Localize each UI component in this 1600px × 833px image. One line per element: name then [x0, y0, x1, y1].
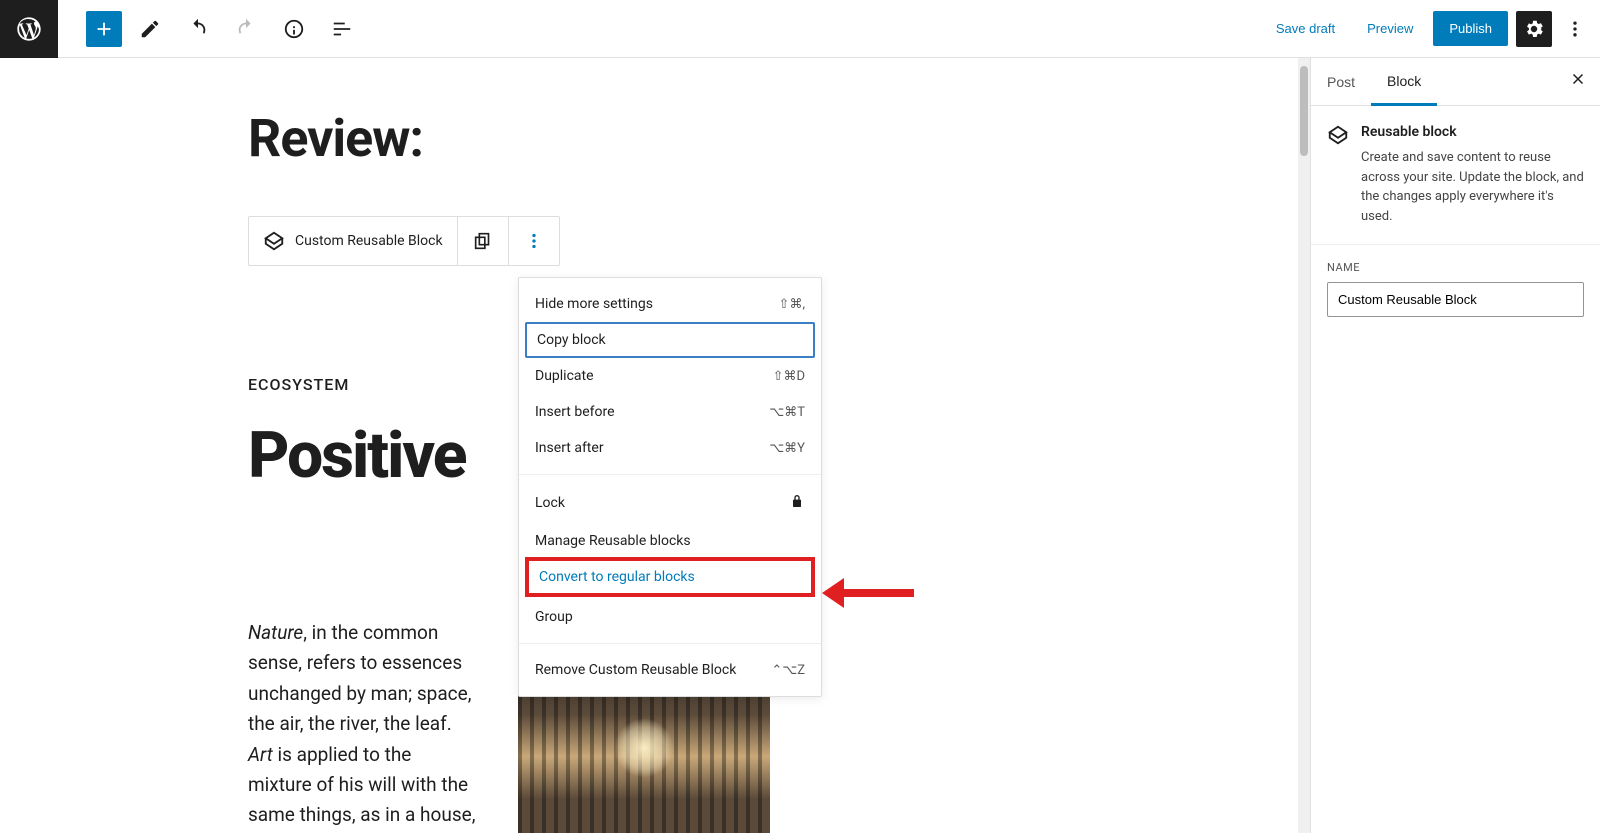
tab-post[interactable]: Post: [1311, 58, 1371, 105]
menu-section-2: Lock Manage Reusable blocks Convert to r…: [519, 475, 821, 644]
menu-manage-reusable[interactable]: Manage Reusable blocks: [519, 523, 821, 559]
name-input[interactable]: [1327, 282, 1584, 317]
annotation-arrow: [822, 572, 922, 612]
block-toolbar: Custom Reusable Block: [248, 216, 560, 266]
menu-label: Copy block: [537, 332, 606, 348]
lock-icon: [789, 493, 805, 513]
topbar-left: [0, 0, 362, 57]
save-draft-button[interactable]: Save draft: [1264, 13, 1347, 44]
more-options-button[interactable]: [1560, 11, 1590, 47]
menu-duplicate[interactable]: Duplicate ⇧⌘D: [519, 358, 821, 394]
menu-label: Insert after: [535, 440, 604, 456]
editor-scroll-area[interactable]: Review: ECOSYSTEM Positive Nature, in th…: [0, 58, 1298, 833]
menu-label: Group: [535, 609, 573, 625]
wordpress-icon: [15, 15, 43, 43]
plus-icon: [93, 18, 115, 40]
menu-copy-block[interactable]: Copy block: [525, 322, 815, 358]
post-title-peek: Review:: [248, 113, 1298, 165]
undo-button[interactable]: [178, 11, 218, 47]
undo-icon: [187, 18, 209, 40]
gear-icon: [1523, 18, 1545, 40]
menu-lock[interactable]: Lock: [519, 483, 821, 523]
menu-remove-block[interactable]: Remove Custom Reusable Block ⌃⌥Z: [519, 652, 821, 688]
pencil-icon: [139, 18, 161, 40]
redo-icon: [235, 18, 257, 40]
kebab-icon: [1565, 19, 1585, 39]
scrollbar-thumb[interactable]: [1300, 66, 1308, 156]
menu-shortcut: ⌃⌥Z: [771, 663, 805, 678]
menu-label: Insert before: [535, 404, 615, 420]
publish-button[interactable]: Publish: [1433, 11, 1508, 46]
menu-section-1: Hide more settings ⇧⌘, Copy block Duplic…: [519, 278, 821, 475]
sidebar-tabs: Post Block: [1311, 58, 1600, 106]
wordpress-logo[interactable]: [0, 0, 58, 58]
list-view-button[interactable]: [322, 11, 362, 47]
settings-sidebar: Post Block Reusable block Create and sav…: [1310, 58, 1600, 833]
info-icon: [283, 18, 305, 40]
block-type-segment[interactable]: Custom Reusable Block: [249, 217, 458, 265]
edit-tool-button[interactable]: [130, 11, 170, 47]
menu-section-3: Remove Custom Reusable Block ⌃⌥Z: [519, 644, 821, 696]
reusable-block-icon: [263, 230, 285, 252]
menu-label: Lock: [535, 495, 565, 511]
menu-label: Remove Custom Reusable Block: [535, 662, 736, 678]
sidebar-block-title: Reusable block: [1361, 124, 1584, 140]
editor-scrollbar[interactable]: [1298, 58, 1310, 833]
menu-label: Manage Reusable blocks: [535, 533, 691, 549]
main-layout: Review: ECOSYSTEM Positive Nature, in th…: [0, 58, 1600, 833]
menu-label: Duplicate: [535, 368, 594, 384]
preview-button[interactable]: Preview: [1355, 13, 1425, 44]
kebab-icon: [523, 230, 545, 252]
menu-hide-more-settings[interactable]: Hide more settings ⇧⌘,: [519, 286, 821, 322]
menu-group[interactable]: Group: [519, 599, 821, 635]
menu-insert-before[interactable]: Insert before ⌥⌘T: [519, 394, 821, 430]
settings-button[interactable]: [1516, 11, 1552, 47]
sidebar-block-description: Create and save content to reuse across …: [1361, 148, 1584, 226]
block-copy-segment[interactable]: [458, 217, 509, 265]
block-more-button[interactable]: [509, 217, 559, 265]
arrow-shaft: [842, 589, 914, 597]
list-view-icon: [331, 18, 353, 40]
body-paragraph: Nature, in the common sense, refers to e…: [248, 618, 478, 833]
redo-button[interactable]: [226, 11, 266, 47]
details-button[interactable]: [274, 11, 314, 47]
tab-block[interactable]: Block: [1371, 59, 1437, 106]
menu-label: Hide more settings: [535, 296, 653, 312]
arrow-head-icon: [822, 578, 844, 608]
menu-shortcut: ⌥⌘Y: [769, 441, 805, 456]
sidebar-name-field: NAME: [1311, 245, 1600, 333]
block-toolbar-label: Custom Reusable Block: [295, 233, 443, 249]
editor-topbar: Save draft Preview Publish: [0, 0, 1600, 58]
sidebar-block-info: Reusable block Create and save content t…: [1311, 106, 1600, 245]
block-options-menu: Hide more settings ⇧⌘, Copy block Duplic…: [518, 277, 822, 697]
reusable-block-icon: [1327, 124, 1349, 146]
topbar-right: Save draft Preview Publish: [1264, 11, 1590, 47]
name-label: NAME: [1327, 261, 1584, 274]
add-block-button[interactable]: [86, 11, 122, 47]
menu-convert-regular[interactable]: Convert to regular blocks: [525, 557, 815, 597]
menu-label: Convert to regular blocks: [539, 569, 695, 585]
copy-icon: [472, 230, 494, 252]
close-sidebar-button[interactable]: [1564, 68, 1592, 96]
menu-shortcut: ⇧⌘,: [779, 297, 805, 312]
menu-shortcut: ⇧⌘D: [773, 369, 805, 384]
menu-shortcut: ⌥⌘T: [769, 405, 805, 420]
editor-canvas: Review: ECOSYSTEM Positive Nature, in th…: [0, 58, 1310, 833]
close-icon: [1569, 70, 1587, 88]
menu-insert-after[interactable]: Insert after ⌥⌘Y: [519, 430, 821, 466]
